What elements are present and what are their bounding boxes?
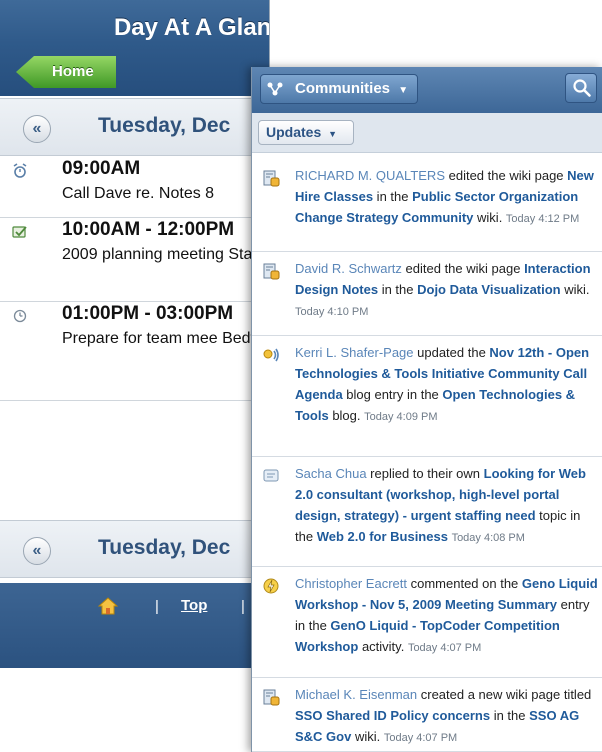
forum-icon xyxy=(263,469,279,482)
person-link[interactable]: Sacha Chua xyxy=(295,466,367,481)
update-text: Michael K. Eisenman created a new wiki p… xyxy=(295,684,600,749)
timestamp: Today 4:07 PM xyxy=(407,642,482,654)
footer-separator: | xyxy=(241,598,245,615)
update-text: RICHARD M. QUALTERS edited the wiki page… xyxy=(295,165,600,230)
update-item[interactable]: Sacha Chua replied to their own Looking … xyxy=(252,457,602,567)
glance-header: Day At A Glance Home xyxy=(0,0,270,96)
update-suffix: activity. xyxy=(358,639,408,654)
chevron-down-icon: ▼ xyxy=(328,129,338,139)
date-bar-top: « Tuesday, Dec xyxy=(0,98,269,156)
home-button-label: Home xyxy=(52,63,94,80)
top-link[interactable]: Top xyxy=(181,597,207,614)
home-icon[interactable] xyxy=(98,597,118,615)
blog-icon xyxy=(263,348,279,362)
person-link[interactable]: Christopher Eacrett xyxy=(295,576,407,591)
search-button[interactable] xyxy=(565,73,597,103)
screen: Day At A Glance Home « Tuesday, Dec 09:0… xyxy=(0,0,602,752)
person-link[interactable]: Michael K. Eisenman xyxy=(295,687,417,702)
update-verb: edited the wiki page xyxy=(401,261,525,276)
person-link[interactable]: David R. Schwartz xyxy=(295,261,402,276)
update-item[interactable]: Kerri L. Shafer-Page updated the Nov 12t… xyxy=(252,336,602,457)
event-row[interactable]: 09:00AM Call Dave re. Notes 8 xyxy=(0,157,269,218)
update-connector: blog entry in the xyxy=(342,387,443,402)
update-connector: in the xyxy=(490,708,530,723)
event-time: 01:00PM - 03:00PM xyxy=(62,303,234,324)
update-connector: in the xyxy=(373,189,413,204)
update-text: Kerri L. Shafer-Page updated the Nov 12t… xyxy=(295,342,600,428)
clock-icon xyxy=(13,309,27,323)
communities-panel: Communities ▼ Updates ▼ RICHARD M. QUALT… xyxy=(251,67,602,752)
alarm-icon xyxy=(13,163,27,178)
content-link[interactable]: SSO Shared ID Policy concerns xyxy=(295,708,490,723)
update-item[interactable]: Michael K. Eisenman created a new wiki p… xyxy=(252,678,602,752)
date-bar-bottom: « Tuesday, Dec xyxy=(0,520,269,578)
wiki-icon xyxy=(263,170,280,187)
event-row[interactable]: 10:00AM - 12:00PM 2009 planning meeting … xyxy=(0,218,270,302)
glance-footer: | Top | xyxy=(0,583,269,668)
updates-label: Updates xyxy=(266,124,322,140)
footer-separator: | xyxy=(155,598,159,615)
date-label: Tuesday, Dec xyxy=(98,114,231,137)
person-link[interactable]: RICHARD M. QUALTERS xyxy=(295,168,445,183)
page-title: Day At A Glance xyxy=(113,14,270,41)
timestamp: Today 4:10 PM xyxy=(295,306,369,318)
wiki-icon xyxy=(263,263,280,280)
update-item[interactable]: RICHARD M. QUALTERS edited the wiki page… xyxy=(252,159,602,252)
activity-icon xyxy=(263,578,279,594)
update-text: David R. Schwartz edited the wiki page I… xyxy=(295,258,600,323)
update-item[interactable]: Christopher Eacrett commented on the Gen… xyxy=(252,567,602,678)
timestamp: Today 4:12 PM xyxy=(505,213,580,225)
container-link[interactable]: Web 2.0 for Business xyxy=(317,529,448,544)
updates-bar: Updates ▼ xyxy=(252,113,602,153)
update-verb: updated the xyxy=(413,345,490,360)
previous-day-button[interactable]: « xyxy=(23,115,51,143)
update-verb: commented on the xyxy=(407,576,522,591)
update-suffix: wiki. xyxy=(473,210,506,225)
event-time: 09:00AM xyxy=(62,158,141,179)
previous-day-button[interactable]: « xyxy=(23,537,51,565)
update-verb: replied to their own xyxy=(366,466,484,481)
event-description: 2009 planning meeting Staines xyxy=(62,246,270,263)
timestamp: Today 4:08 PM xyxy=(451,532,525,544)
chevron-down-icon: ▼ xyxy=(398,85,409,96)
event-description: Call Dave re. Notes 8 xyxy=(62,185,215,202)
timestamp: Today 4:07 PM xyxy=(383,732,458,744)
updates-filter-button[interactable]: Updates ▼ xyxy=(258,120,354,145)
timestamp: Today 4:09 PM xyxy=(364,411,438,423)
update-suffix: blog. xyxy=(328,408,365,423)
event-row[interactable]: 01:00PM - 03:00PM Prepare for team mee B… xyxy=(0,302,270,401)
update-item[interactable]: David R. Schwartz edited the wiki page I… xyxy=(252,252,602,336)
day-at-a-glance-panel: Day At A Glance Home « Tuesday, Dec 09:0… xyxy=(0,0,270,668)
person-link[interactable]: Kerri L. Shafer-Page xyxy=(295,345,414,360)
update-connector: in the xyxy=(378,282,418,297)
communities-menu-label: Communities xyxy=(295,80,391,97)
container-link[interactable]: Dojo Data Visualization xyxy=(417,282,561,297)
search-icon xyxy=(573,79,591,97)
update-suffix: wiki. xyxy=(351,729,384,744)
communities-header: Communities ▼ xyxy=(252,67,602,113)
meeting-icon xyxy=(12,226,27,238)
update-verb: edited the wiki page xyxy=(445,168,568,183)
communities-icon xyxy=(267,82,283,96)
date-label: Tuesday, Dec xyxy=(98,536,231,559)
wiki-icon xyxy=(263,689,280,706)
update-suffix: wiki. xyxy=(560,282,590,297)
event-time: 10:00AM - 12:00PM xyxy=(62,219,235,240)
update-text: Sacha Chua replied to their own Looking … xyxy=(295,463,600,549)
update-text: Christopher Eacrett commented on the Gen… xyxy=(295,573,600,659)
update-verb: created a new wiki page titled xyxy=(417,687,592,702)
event-description: Prepare for team mee Bedfont xyxy=(62,330,270,347)
